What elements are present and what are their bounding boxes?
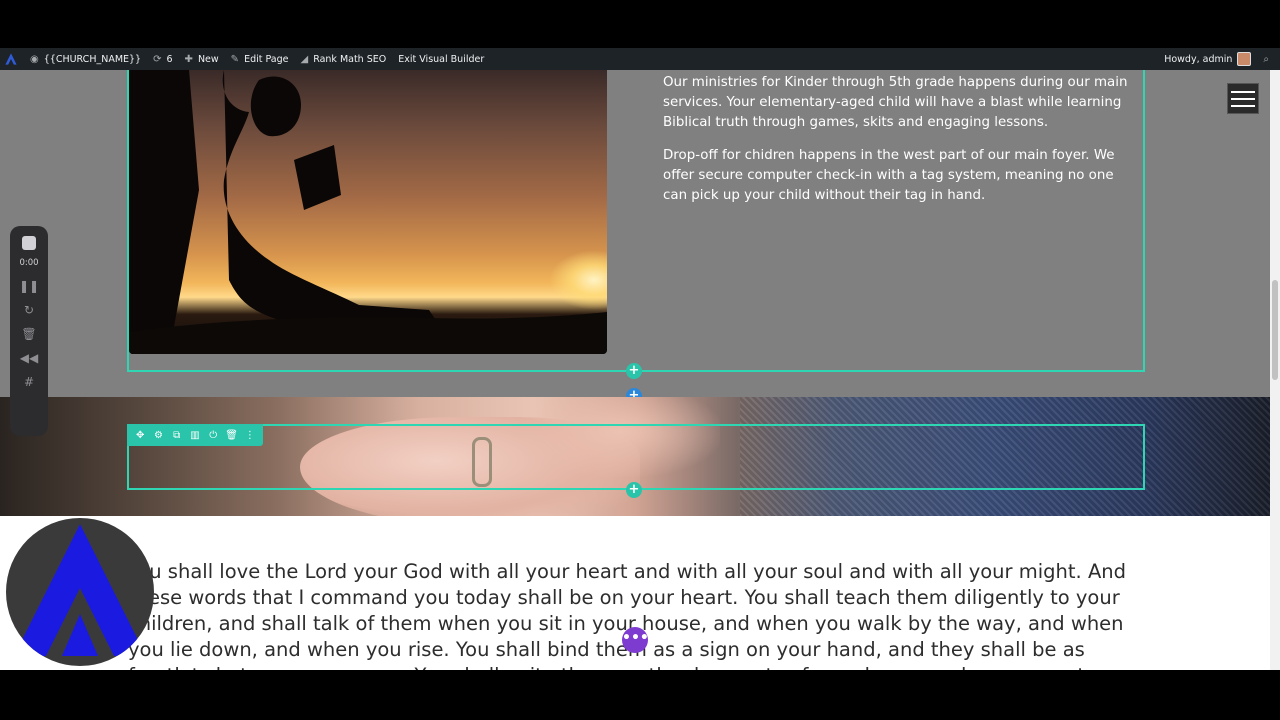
rank-math-menu[interactable]: ◢ Rank Math SEO (294, 48, 392, 70)
dashboard-icon: ◉ (30, 53, 39, 65)
ministry-text-column: Our ministries for Kinder through 5th gr… (663, 73, 1133, 219)
hamburger-line (1231, 90, 1255, 93)
avatar (1237, 52, 1252, 66)
exit-visual-builder-link[interactable]: Exit Visual Builder (392, 48, 490, 70)
screen-recorder-panel: 0:00 ❚❚ ↻ 🗑 ◀◀ # (10, 226, 48, 436)
kids-ministry-section: Our ministries for Kinder through 5th gr… (0, 70, 1270, 404)
add-row-button[interactable]: + (626, 363, 642, 379)
search-icon: ⌕ (1263, 53, 1269, 65)
new-label: New (197, 53, 219, 65)
empty-row-outline[interactable] (127, 424, 1145, 490)
pencil-icon: ✎ (230, 53, 240, 65)
page-scrollbar[interactable] (1270, 70, 1280, 670)
edit-page-label: Edit Page (244, 53, 289, 65)
edit-page-link[interactable]: ✎ Edit Page (225, 48, 295, 70)
builder-page-settings-button[interactable]: ••• (622, 627, 649, 653)
stop-recording-button[interactable] (22, 236, 36, 250)
hands-section: ✥ ⚙ ⧉ ▥ ⏻ 🗑 ⋮ + (0, 397, 1270, 516)
gear-icon[interactable]: ⚙ (151, 430, 165, 441)
duplicate-icon[interactable]: ⧉ (170, 430, 184, 441)
hamburger-line (1231, 104, 1255, 107)
move-icon[interactable]: ✥ (133, 430, 147, 441)
church-logo-icon (14, 524, 146, 656)
howdy-label: Howdy, admin (1164, 53, 1233, 65)
grid-icon[interactable]: # (10, 370, 48, 394)
rank-math-label: Rank Math SEO (313, 53, 387, 65)
site-name-menu[interactable]: ◉ {{CHURCH_NAME}} (24, 48, 147, 70)
scrollbar-thumb[interactable] (1272, 280, 1278, 380)
new-content-menu[interactable]: ✚ New (179, 48, 225, 70)
plus-icon: ✚ (184, 53, 193, 65)
delete-icon[interactable]: 🗑 (10, 322, 48, 346)
my-account-menu[interactable]: Howdy, admin (1158, 48, 1257, 70)
hamburger-menu-button[interactable] (1227, 83, 1259, 114)
wordpress-logo-icon[interactable] (4, 52, 18, 66)
refresh-icon: ⟳ (153, 53, 162, 65)
church-logo-badge (6, 518, 154, 666)
pause-icon[interactable]: ❚❚ (10, 274, 48, 298)
exit-builder-label: Exit Visual Builder (398, 53, 485, 65)
rewind-icon[interactable]: ◀◀ (10, 346, 48, 370)
site-name-label: {{CHURCH_NAME}} (43, 53, 142, 65)
row-settings-toolbar: ✥ ⚙ ⧉ ▥ ⏻ 🗑 ⋮ (127, 424, 263, 446)
add-row-button-bottom[interactable]: + (626, 482, 642, 498)
updates-count: 6 (166, 53, 173, 65)
ministry-paragraph-1: Our ministries for Kinder through 5th gr… (663, 75, 1128, 130)
page-viewport: Our ministries for Kinder through 5th gr… (0, 70, 1270, 670)
ministry-paragraph-2: Drop-off for chidren happens in the west… (663, 148, 1115, 203)
recording-timer: 0:00 (19, 258, 39, 268)
letterbox-bottom (0, 670, 1280, 720)
trash-icon[interactable]: 🗑 (225, 430, 239, 441)
admin-search-button[interactable]: ⌕ (1257, 48, 1280, 70)
wp-admin-bar: ◉ {{CHURCH_NAME}} ⟳ 6 ✚ New ✎ Edit Page … (0, 48, 1280, 70)
deuteronomy-verse-text: You shall love the Lord your God with al… (128, 560, 1127, 670)
restart-icon[interactable]: ↻ (10, 298, 48, 322)
rank-math-icon: ◢ (300, 53, 309, 65)
more-options-icon[interactable]: ⋮ (243, 430, 257, 441)
updates-menu[interactable]: ⟳ 6 (147, 48, 178, 70)
hamburger-line (1231, 97, 1255, 100)
power-icon[interactable]: ⏻ (206, 430, 220, 441)
columns-icon[interactable]: ▥ (188, 430, 202, 441)
letterbox-top (0, 0, 1280, 48)
